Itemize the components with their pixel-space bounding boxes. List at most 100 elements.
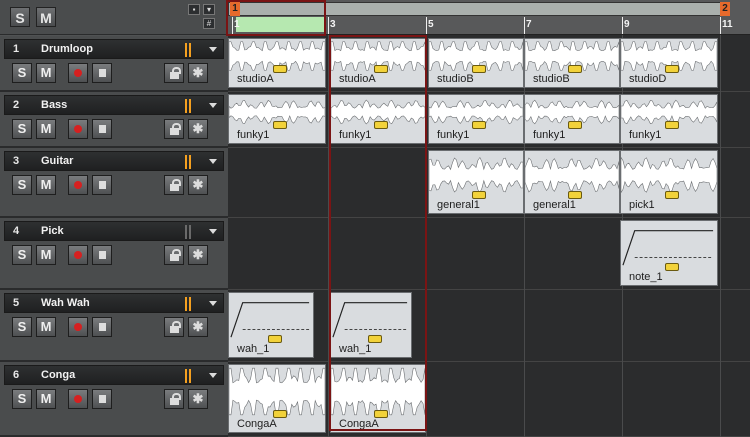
mute-button[interactable]: M (36, 245, 56, 265)
audio-clip[interactable]: studioA (330, 38, 426, 88)
audio-clip[interactable]: funky1 (524, 94, 620, 144)
solo-button[interactable]: S (12, 63, 32, 83)
track-name[interactable]: Bass (41, 99, 67, 111)
track-name[interactable]: Conga (41, 369, 75, 381)
audio-clip[interactable]: general1 (524, 150, 620, 214)
mute-button[interactable]: M (36, 63, 56, 83)
record-arm-icon[interactable] (68, 63, 88, 83)
track-name[interactable]: Pick (41, 225, 64, 237)
chevron-down-icon[interactable] (209, 103, 217, 108)
timeline-ruler[interactable]: 1 2 1 3 5 7 9 11 (228, 0, 750, 35)
lock-icon[interactable] (164, 245, 184, 265)
track-header[interactable]: 2 Bass (4, 95, 224, 115)
solo-button[interactable]: S (12, 389, 32, 409)
monitor-icon[interactable] (92, 175, 112, 195)
solo-button[interactable]: S (12, 175, 32, 195)
chevron-down-icon[interactable] (209, 301, 217, 306)
mute-button[interactable]: M (36, 317, 56, 337)
loop-end-marker[interactable]: 2 (720, 2, 730, 16)
freeze-icon[interactable] (188, 119, 208, 139)
lock-icon[interactable] (164, 119, 184, 139)
track-number: 3 (13, 155, 20, 167)
monitor-icon[interactable] (92, 119, 112, 139)
track-header[interactable]: 6 Conga (4, 365, 224, 385)
filter-icon[interactable]: ▾ (203, 4, 215, 15)
audio-clip[interactable]: wah_1 (228, 292, 314, 358)
audio-clip[interactable]: CongaA (228, 364, 326, 433)
clip-area[interactable]: studioA studioA studioB studioB studioD … (228, 35, 750, 437)
track-6[interactable]: 6 Conga S M (0, 362, 228, 437)
chevron-down-icon[interactable] (209, 159, 217, 164)
track-name[interactable]: Guitar (41, 155, 73, 167)
lock-icon[interactable] (164, 63, 184, 83)
audio-clip[interactable]: pick1 (620, 150, 718, 214)
audio-clip[interactable]: funky1 (620, 94, 718, 144)
chevron-down-icon[interactable] (209, 229, 217, 234)
audio-clip[interactable]: studioA (228, 38, 326, 88)
global-solo-button[interactable]: S (10, 7, 30, 27)
audio-clip[interactable]: funky1 (228, 94, 326, 144)
solo-button[interactable]: S (12, 317, 32, 337)
track-5[interactable]: 5 Wah Wah S M (0, 290, 228, 362)
global-mute-button[interactable]: M (36, 7, 56, 27)
track-header[interactable]: 3 Guitar (4, 151, 224, 171)
freeze-icon[interactable] (188, 245, 208, 265)
lock-icon[interactable]: ▪ (188, 4, 200, 15)
mute-button[interactable]: M (36, 119, 56, 139)
key-icon (472, 65, 486, 73)
mute-button[interactable]: M (36, 175, 56, 195)
clip-label: funky1 (237, 129, 270, 141)
audio-clip[interactable]: wah_1 (330, 292, 412, 358)
grid-icon[interactable]: # (203, 18, 215, 29)
monitor-icon[interactable] (92, 389, 112, 409)
loop-region-bar[interactable] (228, 2, 722, 16)
freeze-icon[interactable] (188, 389, 208, 409)
track-header[interactable]: 5 Wah Wah (4, 293, 224, 313)
audio-clip[interactable]: general1 (428, 150, 524, 214)
freeze-icon[interactable] (188, 317, 208, 337)
lock-icon[interactable] (164, 317, 184, 337)
audio-clip[interactable]: studioB (428, 38, 524, 88)
audio-clip[interactable]: studioD (620, 38, 718, 88)
monitor-icon[interactable] (92, 63, 112, 83)
freeze-icon[interactable] (188, 63, 208, 83)
track-name[interactable]: Drumloop (41, 43, 93, 55)
freeze-icon[interactable] (188, 175, 208, 195)
chevron-down-icon[interactable] (209, 47, 217, 52)
lock-icon[interactable] (164, 175, 184, 195)
record-arm-icon[interactable] (68, 119, 88, 139)
monitor-icon[interactable] (92, 317, 112, 337)
track-2[interactable]: 2 Bass S M (0, 92, 228, 148)
track-number: 1 (13, 43, 20, 55)
ruler-tick-label: 5 (428, 19, 434, 30)
track-header[interactable]: 1 Drumloop (4, 39, 224, 59)
audio-clip[interactable]: funky1 (428, 94, 524, 144)
monitor-icon[interactable] (92, 245, 112, 265)
audio-clip[interactable]: funky1 (330, 94, 426, 144)
track-name[interactable]: Wah Wah (41, 297, 90, 309)
track-3[interactable]: 3 Guitar S M (0, 148, 228, 218)
waveform (229, 367, 325, 416)
audio-clip[interactable]: note_1 (620, 220, 718, 286)
track-1[interactable]: 1 Drumloop S M (0, 36, 228, 92)
track-4[interactable]: 4 Pick S M (0, 218, 228, 290)
time-selection[interactable] (236, 17, 324, 32)
track-number: 2 (13, 99, 20, 111)
track-controls: S M (8, 245, 224, 267)
mute-button[interactable]: M (36, 389, 56, 409)
solo-button[interactable]: S (12, 245, 32, 265)
audio-clip[interactable]: studioB (524, 38, 620, 88)
track-header[interactable]: 4 Pick (4, 221, 224, 241)
level-meter-icon (185, 99, 195, 113)
loop-start-marker[interactable]: 1 (230, 2, 240, 16)
record-arm-icon[interactable] (68, 175, 88, 195)
solo-button[interactable]: S (12, 119, 32, 139)
ruler-tick-label: 11 (722, 19, 733, 30)
audio-clip[interactable]: CongaA (330, 364, 426, 433)
record-arm-icon[interactable] (68, 245, 88, 265)
record-arm-icon[interactable] (68, 389, 88, 409)
lock-icon[interactable] (164, 389, 184, 409)
key-icon (665, 263, 679, 271)
record-arm-icon[interactable] (68, 317, 88, 337)
chevron-down-icon[interactable] (209, 373, 217, 378)
